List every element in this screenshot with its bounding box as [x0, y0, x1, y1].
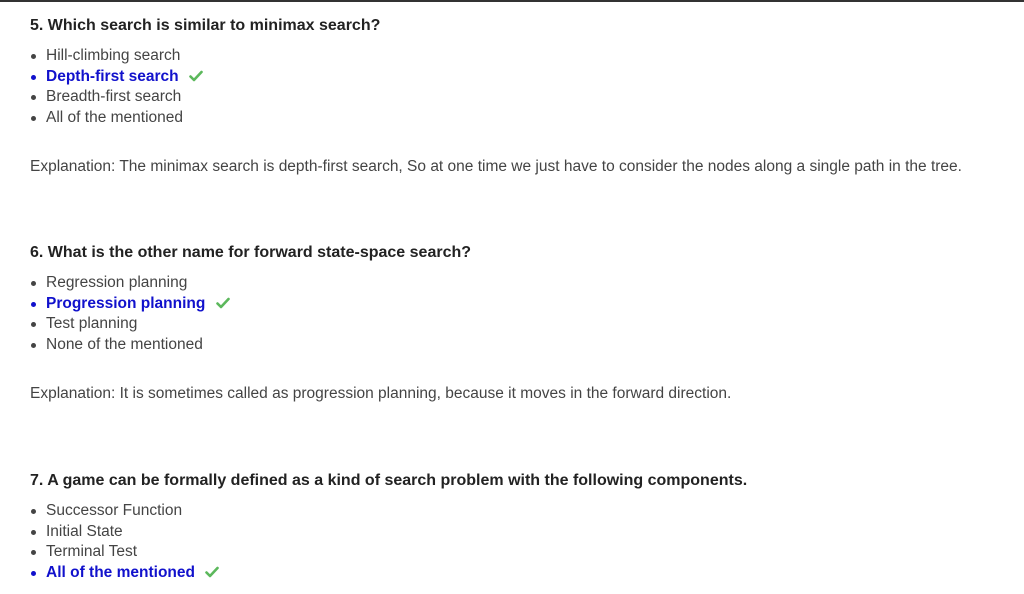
bullet-icon [31, 281, 36, 286]
question-title: 5. Which search is similar to minimax se… [30, 17, 381, 34]
option-text: Test planning [46, 315, 138, 333]
bullet-icon [31, 322, 36, 328]
answer-option: Test planning [30, 314, 1024, 335]
check-icon [205, 566, 220, 578]
answer-option: All of the mentioned [30, 108, 1024, 129]
explanation-text: Explanation: The minimax search is depth… [30, 157, 962, 175]
bullet-icon [31, 529, 36, 535]
option-text: Successor Function [46, 502, 183, 519]
question-title: 6. What is the other name for forward st… [30, 244, 472, 261]
answer-option: Terminal Test [30, 542, 1024, 563]
answer-option: Regression planning [30, 273, 1024, 294]
option-text: Hill-climbing search [46, 47, 181, 64]
answer-options: Regression planning Progression planning… [30, 273, 1024, 356]
check-icon [189, 70, 203, 82]
answer-option-correct: Progression planning [30, 294, 1024, 315]
bullet-icon [31, 550, 36, 556]
answer-option-correct: All of the mentioned [30, 563, 1024, 584]
option-text: All of the mentioned [46, 109, 184, 127]
option-text: Regression planning [46, 274, 188, 291]
answer-option: Breadth-first search [30, 87, 1024, 108]
answer-option-correct: Depth-first search [30, 67, 1024, 88]
answer-option: Successor Function [30, 501, 1024, 522]
bullet-icon [31, 116, 36, 122]
bullet-icon [31, 95, 36, 101]
bullet-icon [31, 571, 36, 577]
bullet-icon [31, 509, 36, 514]
answer-option: Hill-climbing search [30, 46, 1024, 67]
answer-option: Initial State [30, 522, 1024, 543]
option-text: Breadth-first search [46, 88, 182, 106]
answer-options: Successor Function Initial State Termina… [30, 501, 1024, 584]
answer-option: None of the mentioned [30, 335, 1024, 356]
option-text: Depth-first search [46, 67, 179, 85]
option-text: Progression planning [46, 294, 206, 312]
option-text: Terminal Test [46, 543, 138, 561]
question-7: 7. A game can be formally defined as a k… [30, 471, 1024, 584]
option-text: Initial State [46, 522, 123, 540]
bullet-icon [31, 54, 36, 59]
question-5: 5. Which search is similar to minimax se… [30, 16, 1024, 177]
bullet-icon [31, 343, 36, 349]
bullet-icon [31, 74, 36, 80]
question-6: 6. What is the other name for forward st… [30, 243, 1024, 404]
question-title: 7. A game can be formally defined as a k… [30, 472, 748, 489]
option-text: All of the mentioned [46, 564, 195, 582]
answer-options: Hill-climbing search Depth-first search … [30, 46, 1024, 129]
check-icon [215, 297, 230, 309]
explanation-text: Explanation: It is sometimes called as p… [30, 384, 732, 402]
bullet-icon [31, 301, 36, 307]
option-text: None of the mentioned [46, 336, 203, 354]
